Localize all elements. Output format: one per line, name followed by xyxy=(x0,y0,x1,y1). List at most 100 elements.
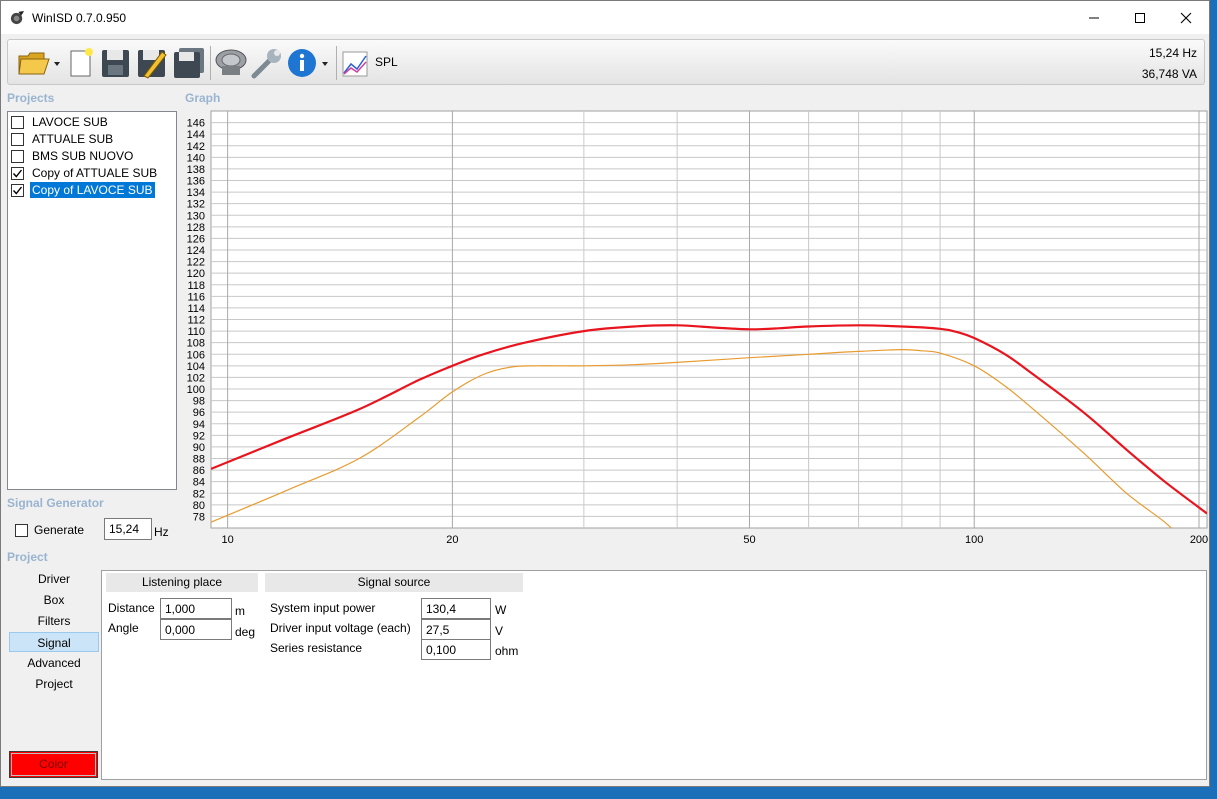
y-tick-label: 114 xyxy=(187,303,205,315)
system-power-label: System input power xyxy=(270,601,376,615)
y-tick-label: 86 xyxy=(193,465,205,477)
y-tick-label: 104 xyxy=(187,361,205,373)
close-icon xyxy=(1180,12,1192,23)
spl-chart[interactable]: 7880828486889092949698100102104106108110… xyxy=(183,110,1209,550)
main-window: WinISD 0.7.0.950 SPL 15,24 Hz 36,748 VA … xyxy=(0,0,1210,787)
y-tick-label: 80 xyxy=(193,500,205,512)
y-tick-label: 108 xyxy=(187,338,205,350)
signal-panel: Listening place Distance 1,000 m Angle 0… xyxy=(101,570,1207,780)
open-project-button[interactable] xyxy=(16,46,62,80)
series-resistance-label: Series resistance xyxy=(270,641,363,655)
projects-list[interactable]: LAVOCE SUB ATTUALE SUB BMS SUB NUOVO Cop… xyxy=(7,111,177,490)
driver-editor-button[interactable] xyxy=(214,46,248,80)
y-tick-label: 126 xyxy=(187,233,205,245)
y-tick-label: 120 xyxy=(187,268,205,280)
project-checkbox[interactable] xyxy=(11,166,24,180)
y-tick-label: 132 xyxy=(187,199,205,211)
distance-input[interactable]: 1,000 xyxy=(160,598,232,619)
y-tick-label: 140 xyxy=(187,152,205,164)
generate-row[interactable]: Generate xyxy=(15,523,84,537)
y-tick-label: 84 xyxy=(193,477,205,489)
checkmark-icon xyxy=(12,186,23,195)
driver-voltage-label: Driver input voltage (each) xyxy=(270,621,411,635)
nav-driver[interactable]: Driver xyxy=(9,569,99,589)
project-name: BMS SUB NUOVO xyxy=(32,149,134,163)
project-name: ATTUALE SUB xyxy=(32,132,114,146)
y-tick-label: 136 xyxy=(187,176,205,188)
y-tick-label: 94 xyxy=(193,419,205,431)
minimize-button[interactable] xyxy=(1071,1,1117,34)
nav-box[interactable]: Box xyxy=(9,590,99,610)
project-checkbox[interactable] xyxy=(11,115,24,129)
color-button[interactable]: Color xyxy=(9,751,98,778)
x-tick-label: 10 xyxy=(222,534,234,546)
info-button[interactable] xyxy=(286,46,332,80)
open-folder-icon xyxy=(18,52,60,75)
info-icon xyxy=(288,49,328,77)
driver-voltage-unit: V xyxy=(495,624,504,638)
close-button[interactable] xyxy=(1163,1,1209,34)
frequency-status: 15,24 Hz xyxy=(1148,46,1197,60)
minimize-icon xyxy=(1089,17,1099,18)
new-document-icon xyxy=(70,48,93,77)
project-name: LAVOCE SUB xyxy=(32,115,108,129)
project-item[interactable]: BMS SUB NUOVO xyxy=(11,148,135,164)
generate-checkbox[interactable] xyxy=(15,523,28,537)
series-resistance-input[interactable]: 0,100 xyxy=(421,639,491,660)
x-tick-label: 50 xyxy=(743,534,755,546)
project-checkbox[interactable] xyxy=(11,132,24,146)
checkmark-icon xyxy=(12,169,23,178)
y-tick-label: 116 xyxy=(187,291,205,303)
distance-unit: m xyxy=(235,604,245,618)
graph-type-label[interactable]: SPL xyxy=(375,55,398,69)
project-item[interactable]: Copy of LAVOCE SUB xyxy=(11,182,155,198)
maximize-icon xyxy=(1135,12,1145,23)
generator-frequency-input[interactable]: 15,24 xyxy=(104,518,152,540)
save-as-button[interactable] xyxy=(136,46,168,80)
x-tick-label: 20 xyxy=(446,534,458,546)
y-tick-label: 146 xyxy=(187,118,205,130)
new-project-button[interactable] xyxy=(66,46,96,80)
x-tick-label: 100 xyxy=(965,534,983,546)
y-tick-label: 92 xyxy=(193,430,205,442)
save-icon xyxy=(102,50,129,77)
driver-voltage-input[interactable]: 27,5 xyxy=(421,619,491,640)
tools-button[interactable] xyxy=(250,46,284,80)
project-item[interactable]: ATTUALE SUB xyxy=(11,131,115,147)
generate-label: Generate xyxy=(34,523,85,537)
projects-label: Projects xyxy=(7,91,55,105)
spl-graph-icon xyxy=(342,51,368,77)
save-button[interactable] xyxy=(100,46,132,80)
project-checkbox[interactable] xyxy=(11,149,24,163)
series-resistance-unit: ohm xyxy=(495,644,519,658)
system-power-input[interactable]: 130,4 xyxy=(421,598,491,619)
y-tick-label: 98 xyxy=(193,396,205,408)
project-name: Copy of ATTUALE SUB xyxy=(32,166,158,180)
angle-input[interactable]: 0,000 xyxy=(160,619,232,640)
y-tick-label: 122 xyxy=(187,257,205,269)
nav-filters[interactable]: Filters xyxy=(9,611,99,631)
y-tick-label: 102 xyxy=(187,372,205,384)
y-tick-label: 90 xyxy=(193,442,205,454)
y-tick-label: 142 xyxy=(187,141,205,153)
project-checkbox[interactable] xyxy=(11,183,24,197)
graph-type-button[interactable] xyxy=(340,46,370,80)
project-name: Copy of LAVOCE SUB xyxy=(30,182,155,198)
save-all-button[interactable] xyxy=(172,46,206,80)
y-tick-label: 144 xyxy=(187,129,205,141)
project-item[interactable]: Copy of ATTUALE SUB xyxy=(11,165,159,181)
x-tick-label: 200 xyxy=(1190,534,1208,546)
y-tick-label: 100 xyxy=(187,384,205,396)
app-icon xyxy=(10,10,25,25)
angle-label: Angle xyxy=(108,621,139,635)
project-item[interactable]: LAVOCE SUB xyxy=(11,114,110,130)
y-tick-label: 134 xyxy=(187,187,205,199)
nav-advanced[interactable]: Advanced xyxy=(9,653,99,673)
nav-signal[interactable]: Signal xyxy=(9,632,99,652)
toolbar-separator xyxy=(210,46,211,80)
nav-project[interactable]: Project xyxy=(9,674,99,694)
y-tick-label: 88 xyxy=(193,454,205,466)
signal-source-header: Signal source xyxy=(265,573,523,592)
y-tick-label: 128 xyxy=(187,222,205,234)
maximize-button[interactable] xyxy=(1117,1,1163,34)
